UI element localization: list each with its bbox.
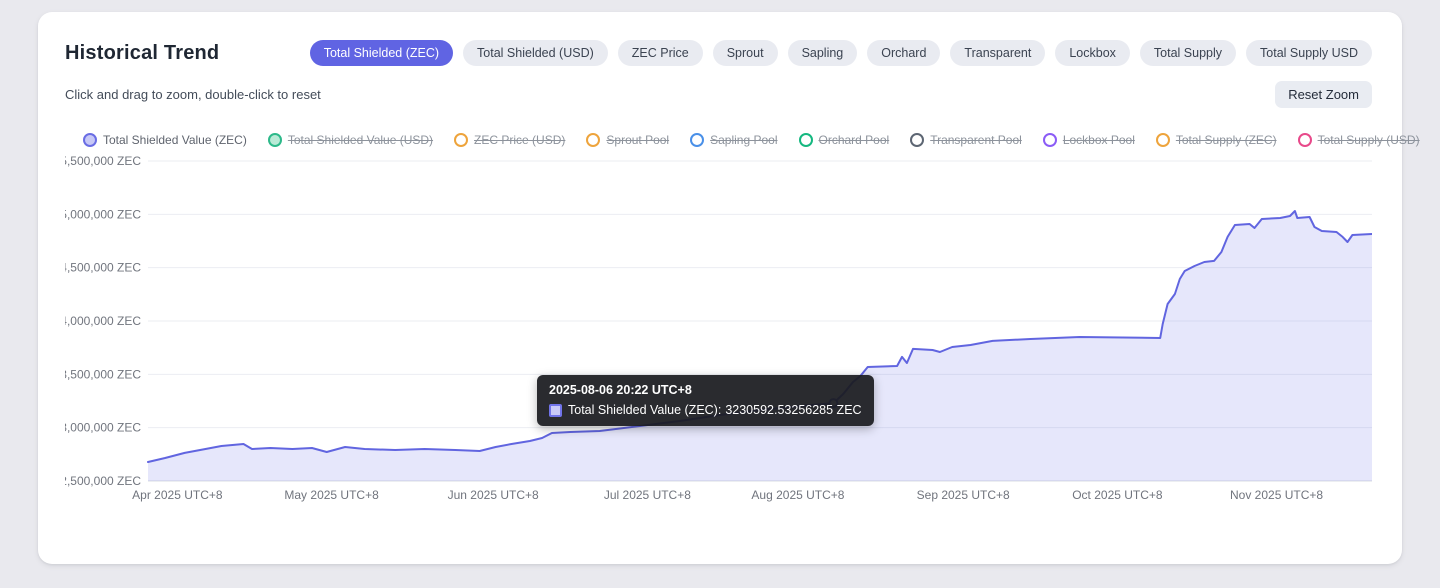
legend-item-label: Lockbox Pool — [1063, 133, 1135, 147]
y-axis-label: 3,500,000 ZEC — [65, 367, 141, 381]
legend-circle-icon — [454, 133, 468, 147]
toggle-total-supply-button[interactable]: Total Supply — [1140, 40, 1236, 66]
toggle-total-supply-usd-button[interactable]: Total Supply USD — [1246, 40, 1372, 66]
x-axis-label: Jun 2025 UTC+8 — [448, 488, 539, 502]
tooltip-title: 2025-08-06 20:22 UTC+8 — [549, 383, 862, 397]
y-axis-label: 3,000,000 ZEC — [65, 421, 141, 435]
legend-item-lockbox-pool[interactable]: Lockbox Pool — [1043, 133, 1135, 147]
toggle-lockbox-button[interactable]: Lockbox — [1055, 40, 1130, 66]
legend-circle-icon — [1043, 133, 1057, 147]
x-axis-label: Nov 2025 UTC+8 — [1230, 488, 1323, 502]
legend-item-label: Transparent Pool — [930, 133, 1022, 147]
legend-item-total-shielded-value-usd[interactable]: Total Shielded Value (USD) — [268, 133, 433, 147]
legend-item-label: Total Shielded Value (ZEC) — [103, 133, 247, 147]
x-axis-label: May 2025 UTC+8 — [284, 488, 379, 502]
legend-circle-icon — [1298, 133, 1312, 147]
y-axis-label: 4,000,000 ZEC — [65, 314, 141, 328]
toggle-total-shielded-zec-button[interactable]: Total Shielded (ZEC) — [310, 40, 453, 66]
tooltip-series-label: Total Shielded Value (ZEC): — [568, 403, 721, 417]
card-title: Historical Trend — [65, 42, 219, 65]
x-axis-label: Apr 2025 UTC+8 — [132, 488, 223, 502]
zoom-hint: Click and drag to zoom, double-click to … — [65, 87, 321, 102]
y-axis-label: 2,500,000 ZEC — [65, 474, 141, 488]
x-axis-label: Oct 2025 UTC+8 — [1072, 488, 1163, 502]
legend-circle-icon — [83, 133, 97, 147]
legend-item-orchard-pool[interactable]: Orchard Pool — [799, 133, 890, 147]
chart-area: 5,500,000 ZEC 5,000,000 ZEC 4,500,000 ZEC 4… — [65, 149, 1372, 516]
toggle-zec-price-button[interactable]: ZEC Price — [618, 40, 703, 66]
legend-item-zec-price-usd[interactable]: ZEC Price (USD) — [454, 133, 565, 147]
y-axis-label: 5,000,000 ZEC — [65, 207, 141, 221]
legend-circle-icon — [1156, 133, 1170, 147]
legend-circle-icon — [799, 133, 813, 147]
legend-item-label: Orchard Pool — [819, 133, 890, 147]
x-axis-label: Jul 2025 UTC+8 — [604, 488, 691, 502]
legend-circle-icon — [910, 133, 924, 147]
trend-chart[interactable]: 5,500,000 ZEC 5,000,000 ZEC 4,500,000 ZEC 4… — [65, 149, 1372, 511]
trend-area — [148, 211, 1372, 481]
legend-item-sprout-pool[interactable]: Sprout Pool — [586, 133, 669, 147]
legend-item-label: Sprout Pool — [606, 133, 669, 147]
y-axis-label: 4,500,000 ZEC — [65, 261, 141, 275]
chart-legend: Total Shielded Value (ZEC) Total Shielded… — [65, 133, 1372, 147]
legend-item-label: Sapling Pool — [710, 133, 777, 147]
chart-controls-row: Click and drag to zoom, double-click to … — [65, 81, 1372, 108]
chart-tooltip: 2025-08-06 20:22 UTC+8 Total Shielded Va… — [537, 375, 874, 426]
toggle-transparent-button[interactable]: Transparent — [950, 40, 1045, 66]
legend-circle-icon — [690, 133, 704, 147]
legend-item-sapling-pool[interactable]: Sapling Pool — [690, 133, 777, 147]
series-toggle-group: Total Shielded (ZEC) Total Shielded (USD)… — [310, 40, 1372, 66]
tooltip-value: 3230592.53256285 ZEC — [725, 403, 861, 417]
legend-item-transparent-pool[interactable]: Transparent Pool — [910, 133, 1022, 147]
legend-circle-icon — [268, 133, 282, 147]
legend-item-label: Total Shielded Value (USD) — [288, 133, 433, 147]
legend-item-label: Total Supply (USD) — [1318, 133, 1420, 147]
legend-item-label: Total Supply (ZEC) — [1176, 133, 1277, 147]
toggle-sapling-button[interactable]: Sapling — [788, 40, 858, 66]
reset-zoom-button[interactable]: Reset Zoom — [1275, 81, 1372, 108]
historical-trend-card: Historical Trend Total Shielded (ZEC)Tot… — [38, 12, 1402, 564]
legend-item-label: ZEC Price (USD) — [474, 133, 565, 147]
toggle-total-shielded-usd-button[interactable]: Total Shielded (USD) — [463, 40, 608, 66]
tooltip-series-row: Total Shielded Value (ZEC): 3230592.5325… — [549, 403, 862, 417]
toggle-orchard-button[interactable]: Orchard — [867, 40, 940, 66]
x-axis-label: Sep 2025 UTC+8 — [917, 488, 1010, 502]
legend-item-total-supply-usd[interactable]: Total Supply (USD) — [1298, 133, 1420, 147]
card-header: Historical Trend Total Shielded (ZEC)Tot… — [65, 40, 1372, 66]
series-swatch-icon — [549, 404, 562, 417]
y-axis-label: 5,500,000 ZEC — [65, 154, 141, 168]
legend-item-total-supply-zec[interactable]: Total Supply (ZEC) — [1156, 133, 1277, 147]
toggle-sprout-button[interactable]: Sprout — [713, 40, 778, 66]
legend-circle-icon — [586, 133, 600, 147]
legend-item-total-shielded-value-zec[interactable]: Total Shielded Value (ZEC) — [83, 133, 247, 147]
x-axis-label: Aug 2025 UTC+8 — [751, 488, 844, 502]
